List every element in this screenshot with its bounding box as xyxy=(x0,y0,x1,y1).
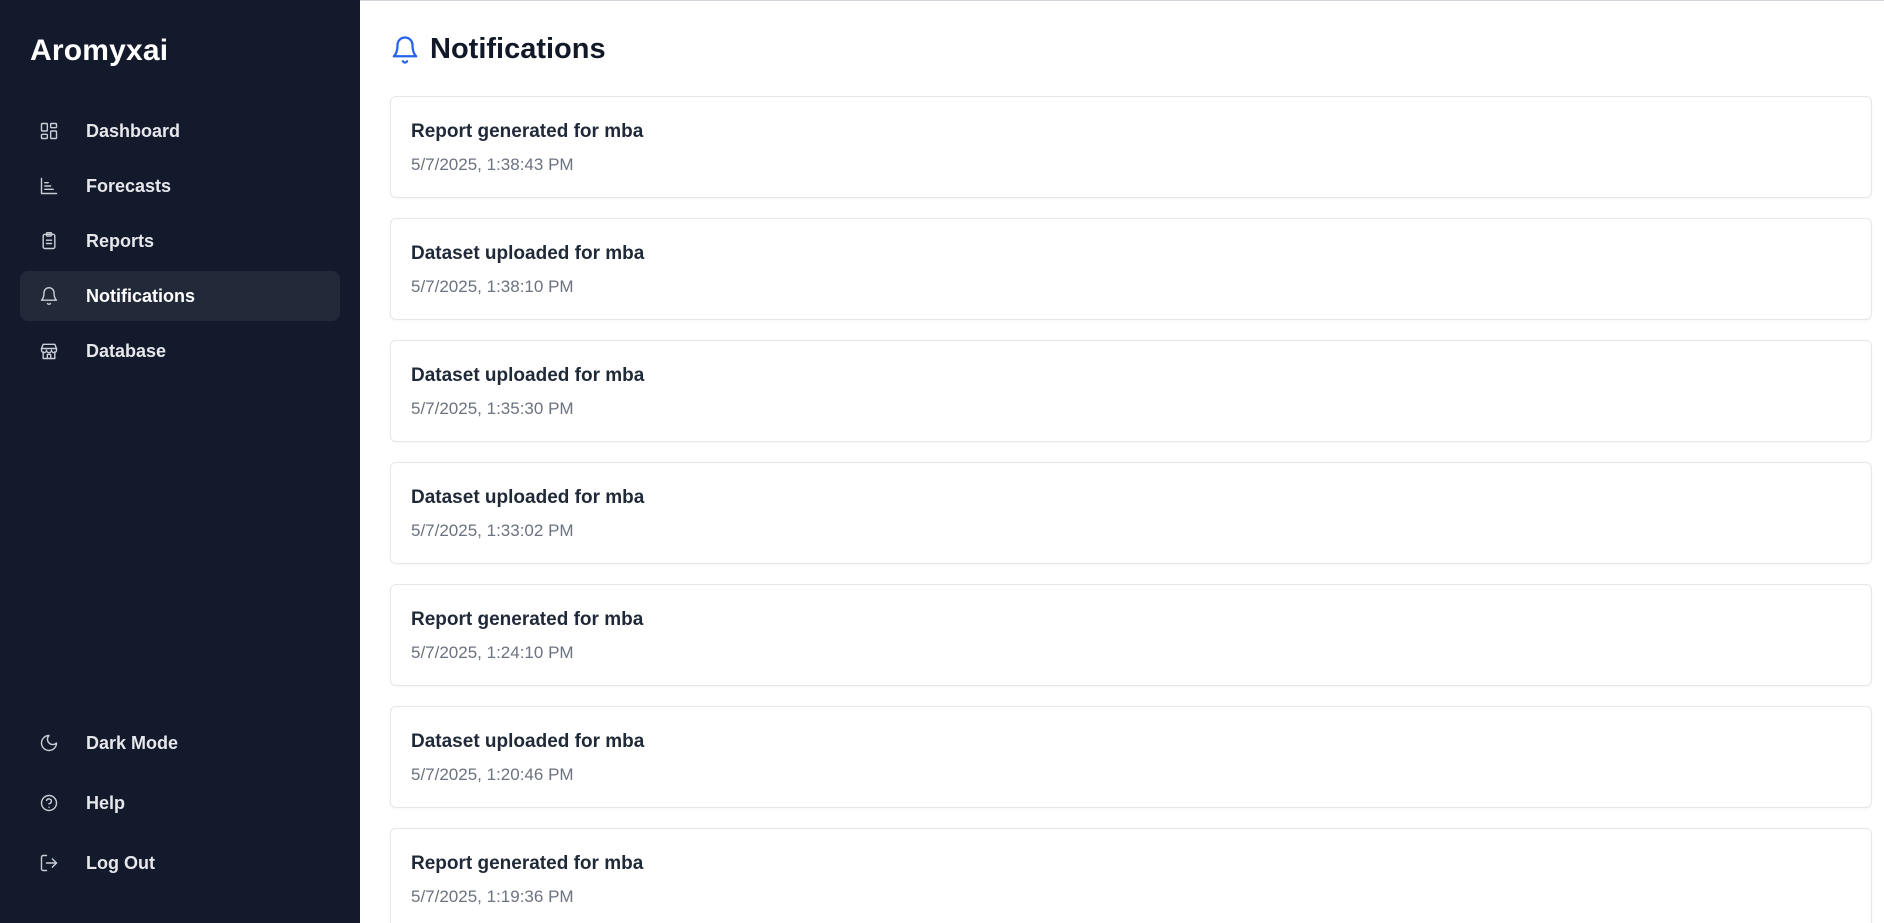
dashboard-icon xyxy=(38,120,60,142)
notification-title: Report generated for mba xyxy=(411,121,644,142)
page-title: Notifications xyxy=(430,33,606,65)
notification-card[interactable]: Report generated for mba 5/7/2025, 1:19:… xyxy=(390,828,1872,923)
sidebar-item-label: Reports xyxy=(86,230,155,251)
sidebar-item-label: Dashboard xyxy=(86,120,181,141)
notification-timestamp: 5/7/2025, 1:35:30 PM xyxy=(411,399,574,418)
notification-timestamp: 5/7/2025, 1:33:02 PM xyxy=(411,521,574,540)
notification-card[interactable]: Dataset uploaded for mba 5/7/2025, 1:20:… xyxy=(390,706,1872,808)
notification-card[interactable]: Report generated for mba 5/7/2025, 1:24:… xyxy=(390,584,1872,686)
help-button[interactable]: Help xyxy=(20,775,340,831)
sidebar: Aromyxai Dashboard Forecasts Reports Not… xyxy=(0,0,360,923)
sidebar-item-label: Dark Mode xyxy=(86,732,179,753)
sidebar-item-database[interactable]: Database xyxy=(20,326,340,376)
sidebar-item-label: Help xyxy=(86,792,126,813)
main-content: Notifications Report generated for mba 5… xyxy=(360,0,1884,923)
sidebar-item-label: Log Out xyxy=(86,852,155,873)
notification-timestamp: 5/7/2025, 1:38:10 PM xyxy=(411,277,574,296)
sidebar-bottom: Dark Mode Help Log Out xyxy=(20,715,340,895)
notification-timestamp: 5/7/2025, 1:19:36 PM xyxy=(411,887,574,906)
sidebar-item-reports[interactable]: Reports xyxy=(20,216,340,266)
dark-mode-toggle[interactable]: Dark Mode xyxy=(20,715,340,771)
notification-card[interactable]: Report generated for mba 5/7/2025, 1:38:… xyxy=(390,96,1872,198)
notification-title: Report generated for mba xyxy=(411,853,644,874)
bell-icon xyxy=(38,285,60,307)
sidebar-item-notifications[interactable]: Notifications xyxy=(20,271,340,321)
page-header: Notifications xyxy=(390,33,1872,66)
chart-icon xyxy=(38,175,60,197)
sidebar-top: Aromyxai Dashboard Forecasts Reports Not… xyxy=(20,34,340,381)
notification-title: Dataset uploaded for mba xyxy=(411,243,645,264)
sidebar-item-label: Database xyxy=(86,340,167,361)
notification-title: Report generated for mba xyxy=(411,609,644,630)
notification-title: Dataset uploaded for mba xyxy=(411,365,645,386)
clipboard-icon xyxy=(38,230,60,252)
notification-title: Dataset uploaded for mba xyxy=(411,487,645,508)
app-root: Aromyxai Dashboard Forecasts Reports Not… xyxy=(0,0,1884,923)
logout-icon xyxy=(38,852,60,874)
notification-card[interactable]: Dataset uploaded for mba 5/7/2025, 1:33:… xyxy=(390,462,1872,564)
brand-logo[interactable]: Aromyxai xyxy=(20,34,340,68)
sidebar-item-label: Forecasts xyxy=(86,175,172,196)
notification-card[interactable]: Dataset uploaded for mba 5/7/2025, 1:38:… xyxy=(390,218,1872,320)
notification-timestamp: 5/7/2025, 1:24:10 PM xyxy=(411,643,574,662)
notification-timestamp: 5/7/2025, 1:38:43 PM xyxy=(411,155,574,174)
logout-button[interactable]: Log Out xyxy=(20,835,340,891)
sidebar-item-label: Notifications xyxy=(86,285,196,306)
notification-card[interactable]: Dataset uploaded for mba 5/7/2025, 1:35:… xyxy=(390,340,1872,442)
help-circle-icon xyxy=(38,792,60,814)
store-icon xyxy=(38,340,60,362)
sidebar-item-forecasts[interactable]: Forecasts xyxy=(20,161,340,211)
bell-icon xyxy=(390,35,420,65)
moon-icon xyxy=(38,732,60,754)
sidebar-item-dashboard[interactable]: Dashboard xyxy=(20,106,340,156)
notification-title: Dataset uploaded for mba xyxy=(411,731,645,752)
notification-list: Report generated for mba 5/7/2025, 1:38:… xyxy=(390,96,1872,923)
notification-timestamp: 5/7/2025, 1:20:46 PM xyxy=(411,765,574,784)
